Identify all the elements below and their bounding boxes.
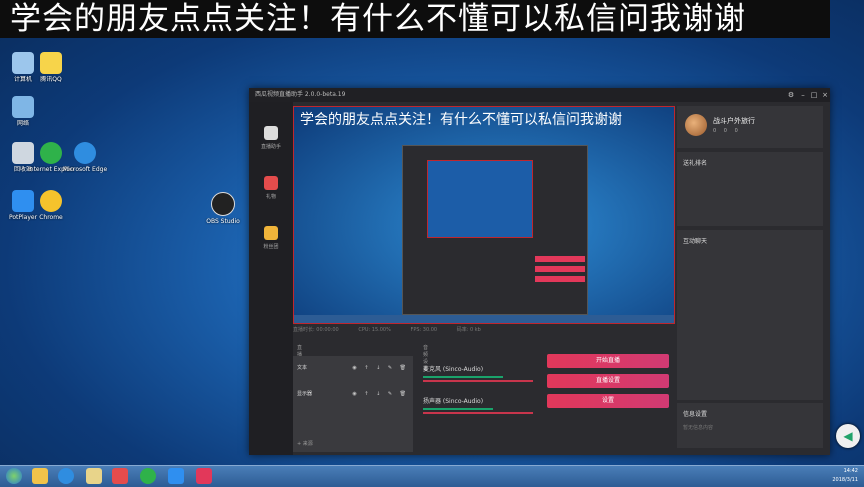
list-item[interactable]: 文本 ◉ ↑ ↓ ✎ 🗑: [297, 362, 409, 374]
nav-item-gift[interactable]: 礼物: [249, 176, 293, 200]
window-title: 西瓜视频直播助手 2.0.0-beta.19: [255, 91, 346, 98]
system-tray[interactable]: 14:42 2018/3/11: [832, 467, 858, 485]
desktop-icon-obs[interactable]: OBS Studio: [200, 192, 246, 225]
network-icon: [12, 96, 34, 118]
tray-time: 14:42: [843, 468, 858, 474]
qq-icon: [40, 52, 62, 74]
info-settings-panel: 信息设置 暂无信息内容: [677, 403, 823, 448]
left-nav: 直播助手 礼物 粉丝团: [249, 102, 293, 455]
user-card: 战斗户外旅行 0 0 0: [677, 106, 823, 148]
live-settings-button[interactable]: 直播设置: [547, 374, 669, 388]
audio-meter: [423, 408, 493, 410]
nested-button: [535, 266, 585, 272]
volume-slider[interactable]: [423, 412, 533, 414]
xigua-icon[interactable]: [196, 468, 212, 484]
explorer-icon[interactable]: [86, 468, 102, 484]
desktop-icon-network[interactable]: 网络: [0, 96, 46, 127]
browser-icon[interactable]: [140, 468, 156, 484]
desktop-icon-chrome[interactable]: Chrome: [28, 190, 74, 221]
streaming-app-window: 西瓜视频直播助手 2.0.0-beta.19 ⚙ – □ × 直播助手 礼物 粉…: [249, 88, 830, 455]
ie-icon[interactable]: [58, 468, 74, 484]
gifts-count: 0: [734, 128, 738, 134]
nested-app-preview: [402, 145, 588, 315]
chat-panel: 互动聊天: [677, 230, 823, 400]
chrome-icon: [40, 190, 62, 212]
maximize-icon[interactable]: □: [809, 90, 819, 100]
overlay-banner: 学会的朋友点点关注！有什么不懂可以私信问我谢谢: [0, 0, 830, 38]
start-live-button[interactable]: 开始直播: [547, 354, 669, 368]
desktop-icon-qq[interactable]: 腾讯QQ: [28, 52, 74, 83]
ie-icon: [40, 142, 62, 164]
desktop-icon-edge[interactable]: Microsoft Edge: [62, 142, 108, 173]
scene-tools-icons[interactable]: ◉ ↑ ↓ ✎ 🗑: [352, 388, 409, 400]
preview-banner: 学会的朋友点点关注！有什么不懂可以私信问我谢谢: [300, 112, 622, 128]
status-fps: FPS: 30.00: [410, 327, 438, 333]
close-icon[interactable]: ×: [820, 90, 830, 100]
window-titlebar: 西瓜视频直播助手 2.0.0-beta.19 ⚙ – □ ×: [249, 88, 830, 102]
likes-count: 0: [713, 128, 717, 134]
person-icon: [264, 126, 278, 140]
edge-icon: [74, 142, 96, 164]
fans-count: 0: [723, 128, 727, 134]
start-icon[interactable]: [6, 468, 22, 484]
gift-icon: [264, 176, 278, 190]
volume-slider[interactable]: [423, 380, 533, 382]
audio-meter: [423, 376, 503, 378]
info-title: 信息设置: [683, 411, 708, 418]
nested-preview-screen: [427, 160, 533, 238]
user-name: 战斗户外旅行: [713, 117, 755, 125]
obs-icon: [211, 192, 235, 216]
settings-icon[interactable]: ⚙: [786, 90, 796, 100]
info-subtext: 暂无信息内容: [683, 425, 714, 431]
status-cpu: CPU: 15.00%: [358, 327, 391, 333]
chat-title: 互动聊天: [683, 238, 708, 245]
tray-date: 2018/3/11: [832, 477, 858, 483]
avatar[interactable]: [685, 114, 707, 136]
status-bar: 直播时长: 00:00:00 CPU: 15.00% FPS: 30.00 码率…: [293, 324, 673, 336]
list-item[interactable]: 显示器 ◉ ↑ ↓ ✎ 🗑: [297, 388, 409, 400]
audio-mic-row[interactable]: 麦克风 (Sinco-Audio): [423, 364, 543, 382]
floating-action-button[interactable]: ◀: [836, 424, 860, 448]
stream-preview[interactable]: 学会的朋友点点关注！有什么不懂可以私信问我谢谢: [293, 106, 675, 324]
status-duration: 直播时长: 00:00:00: [293, 327, 339, 333]
nested-button: [535, 276, 585, 282]
gift-ranking-title: 送礼排名: [683, 160, 708, 167]
app-icon[interactable]: [168, 468, 184, 484]
minimize-icon[interactable]: –: [798, 90, 808, 100]
add-source-button[interactable]: + 来源: [297, 438, 409, 450]
nav-item-fans[interactable]: 粉丝团: [249, 226, 293, 250]
audio-speaker-row[interactable]: 扬声器 (Sinco-Audio): [423, 396, 543, 414]
crown-icon: [264, 226, 278, 240]
media-icon[interactable]: [112, 468, 128, 484]
gift-ranking-panel: 送礼排名: [677, 152, 823, 226]
status-bitrate: 码率: 0 kb: [456, 327, 481, 333]
folder-icon[interactable]: [32, 468, 48, 484]
nested-button: [535, 256, 585, 262]
nav-item-assistant[interactable]: 直播助手: [249, 126, 293, 150]
settings-button[interactable]: 设置: [547, 394, 669, 408]
preview-taskbar: [294, 315, 674, 323]
scene-tools-icons[interactable]: ◉ ↑ ↓ ✎ 🗑: [352, 362, 409, 374]
scene-list: 文本 ◉ ↑ ↓ ✎ 🗑 显示器 ◉ ↑ ↓ ✎ 🗑 + 来源: [293, 356, 413, 452]
user-stats: 0 0 0: [713, 128, 744, 134]
taskbar: 14:42 2018/3/11: [0, 465, 864, 487]
